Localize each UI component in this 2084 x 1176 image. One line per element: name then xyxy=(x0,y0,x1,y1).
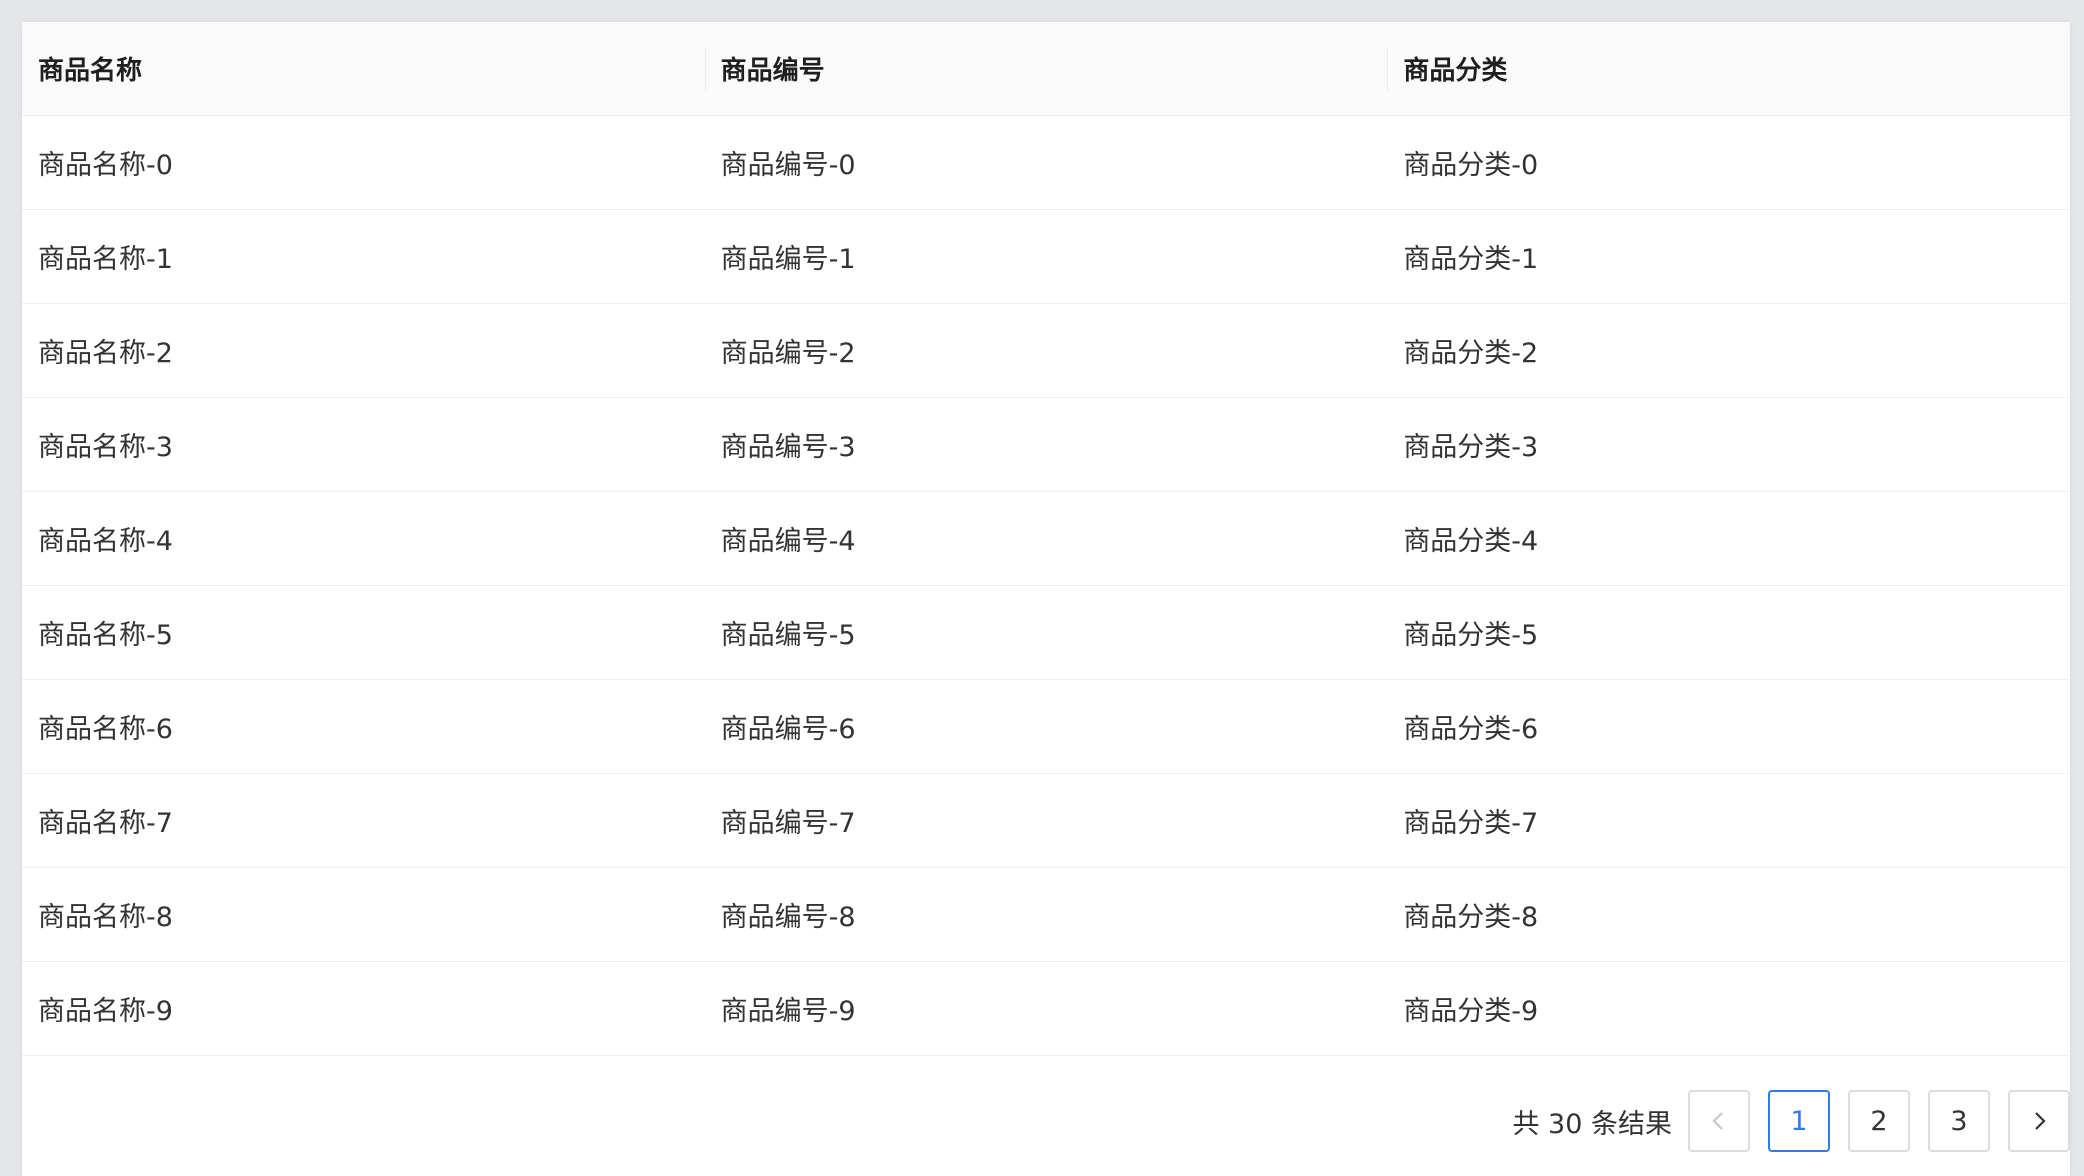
cell-category: 商品分类-3 xyxy=(1403,432,1539,463)
chevron-left-icon xyxy=(1712,1112,1723,1130)
table-row: 商品名称-5 商品编号-5 商品分类-5 xyxy=(22,586,2070,680)
chevron-right-icon xyxy=(2035,1112,2046,1130)
column-header-code: 商品编号 xyxy=(704,22,1388,115)
cell-code: 商品编号-3 xyxy=(720,432,856,463)
cell-category: 商品分类-0 xyxy=(1403,150,1539,181)
table-header: 商品名称 商品编号 商品分类 xyxy=(22,22,2070,116)
cell-category: 商品分类-7 xyxy=(1403,808,1539,839)
cell-category: 商品分类-6 xyxy=(1403,714,1539,745)
cell-name: 商品名称-6 xyxy=(38,714,173,745)
table-row: 商品名称-7 商品编号-7 商品分类-7 xyxy=(22,774,2070,868)
cell-code: 商品编号-7 xyxy=(720,808,856,839)
cell-category: 商品分类-5 xyxy=(1403,620,1539,651)
page-button-3[interactable]: 3 xyxy=(1928,1090,1990,1152)
table-row: 商品名称-2 商品编号-2 商品分类-2 xyxy=(22,304,2070,398)
cell-category: 商品分类-2 xyxy=(1403,338,1539,369)
cell-code: 商品编号-5 xyxy=(720,620,856,651)
cell-name: 商品名称-3 xyxy=(38,432,173,463)
cell-category: 商品分类-9 xyxy=(1403,996,1539,1027)
cell-category: 商品分类-1 xyxy=(1403,244,1539,275)
cell-code: 商品编号-8 xyxy=(720,902,856,933)
page-button-2[interactable]: 2 xyxy=(1848,1090,1910,1152)
table-row: 商品名称-3 商品编号-3 商品分类-3 xyxy=(22,398,2070,492)
cell-category: 商品分类-8 xyxy=(1403,902,1539,933)
cell-name: 商品名称-2 xyxy=(38,338,173,369)
table-card: 商品名称 商品编号 商品分类 商品名称-0 商品编号-0 商品分类-0 商品名称… xyxy=(22,22,2070,1176)
cell-code: 商品编号-2 xyxy=(720,338,856,369)
cell-name: 商品名称-9 xyxy=(38,996,173,1027)
column-header-category: 商品分类 xyxy=(1387,22,2070,115)
cell-code: 商品编号-9 xyxy=(720,996,856,1027)
cell-code: 商品编号-1 xyxy=(720,244,856,275)
column-header-name: 商品名称 xyxy=(38,56,143,86)
cell-code: 商品编号-0 xyxy=(720,150,856,181)
table-row: 商品名称-6 商品编号-6 商品分类-6 xyxy=(22,680,2070,774)
table-row: 商品名称-8 商品编号-8 商品分类-8 xyxy=(22,868,2070,962)
table-row: 商品名称-9 商品编号-9 商品分类-9 xyxy=(22,962,2070,1056)
cell-name: 商品名称-0 xyxy=(38,150,173,181)
next-page-button[interactable] xyxy=(2008,1090,2070,1152)
cell-name: 商品名称-5 xyxy=(38,620,173,651)
cell-name: 商品名称-7 xyxy=(38,808,173,839)
table-row: 商品名称-1 商品编号-1 商品分类-1 xyxy=(22,210,2070,304)
product-table: 商品名称 商品编号 商品分类 商品名称-0 商品编号-0 商品分类-0 商品名称… xyxy=(22,22,2070,1056)
cell-name: 商品名称-1 xyxy=(38,244,173,275)
pagination: 共 30 条结果 1 2 3 xyxy=(1512,1089,2070,1153)
page-button-1[interactable]: 1 xyxy=(1768,1090,1830,1152)
cell-name: 商品名称-4 xyxy=(38,526,173,557)
table-row: 商品名称-0 商品编号-0 商品分类-0 xyxy=(22,116,2070,210)
table-row: 商品名称-4 商品编号-4 商品分类-4 xyxy=(22,492,2070,586)
prev-page-button[interactable] xyxy=(1688,1090,1750,1152)
cell-name: 商品名称-8 xyxy=(38,902,173,933)
total-count: 共 30 条结果 xyxy=(1512,1108,1672,1140)
cell-code: 商品编号-6 xyxy=(720,714,856,745)
cell-code: 商品编号-4 xyxy=(720,526,856,557)
cell-category: 商品分类-4 xyxy=(1403,526,1539,557)
